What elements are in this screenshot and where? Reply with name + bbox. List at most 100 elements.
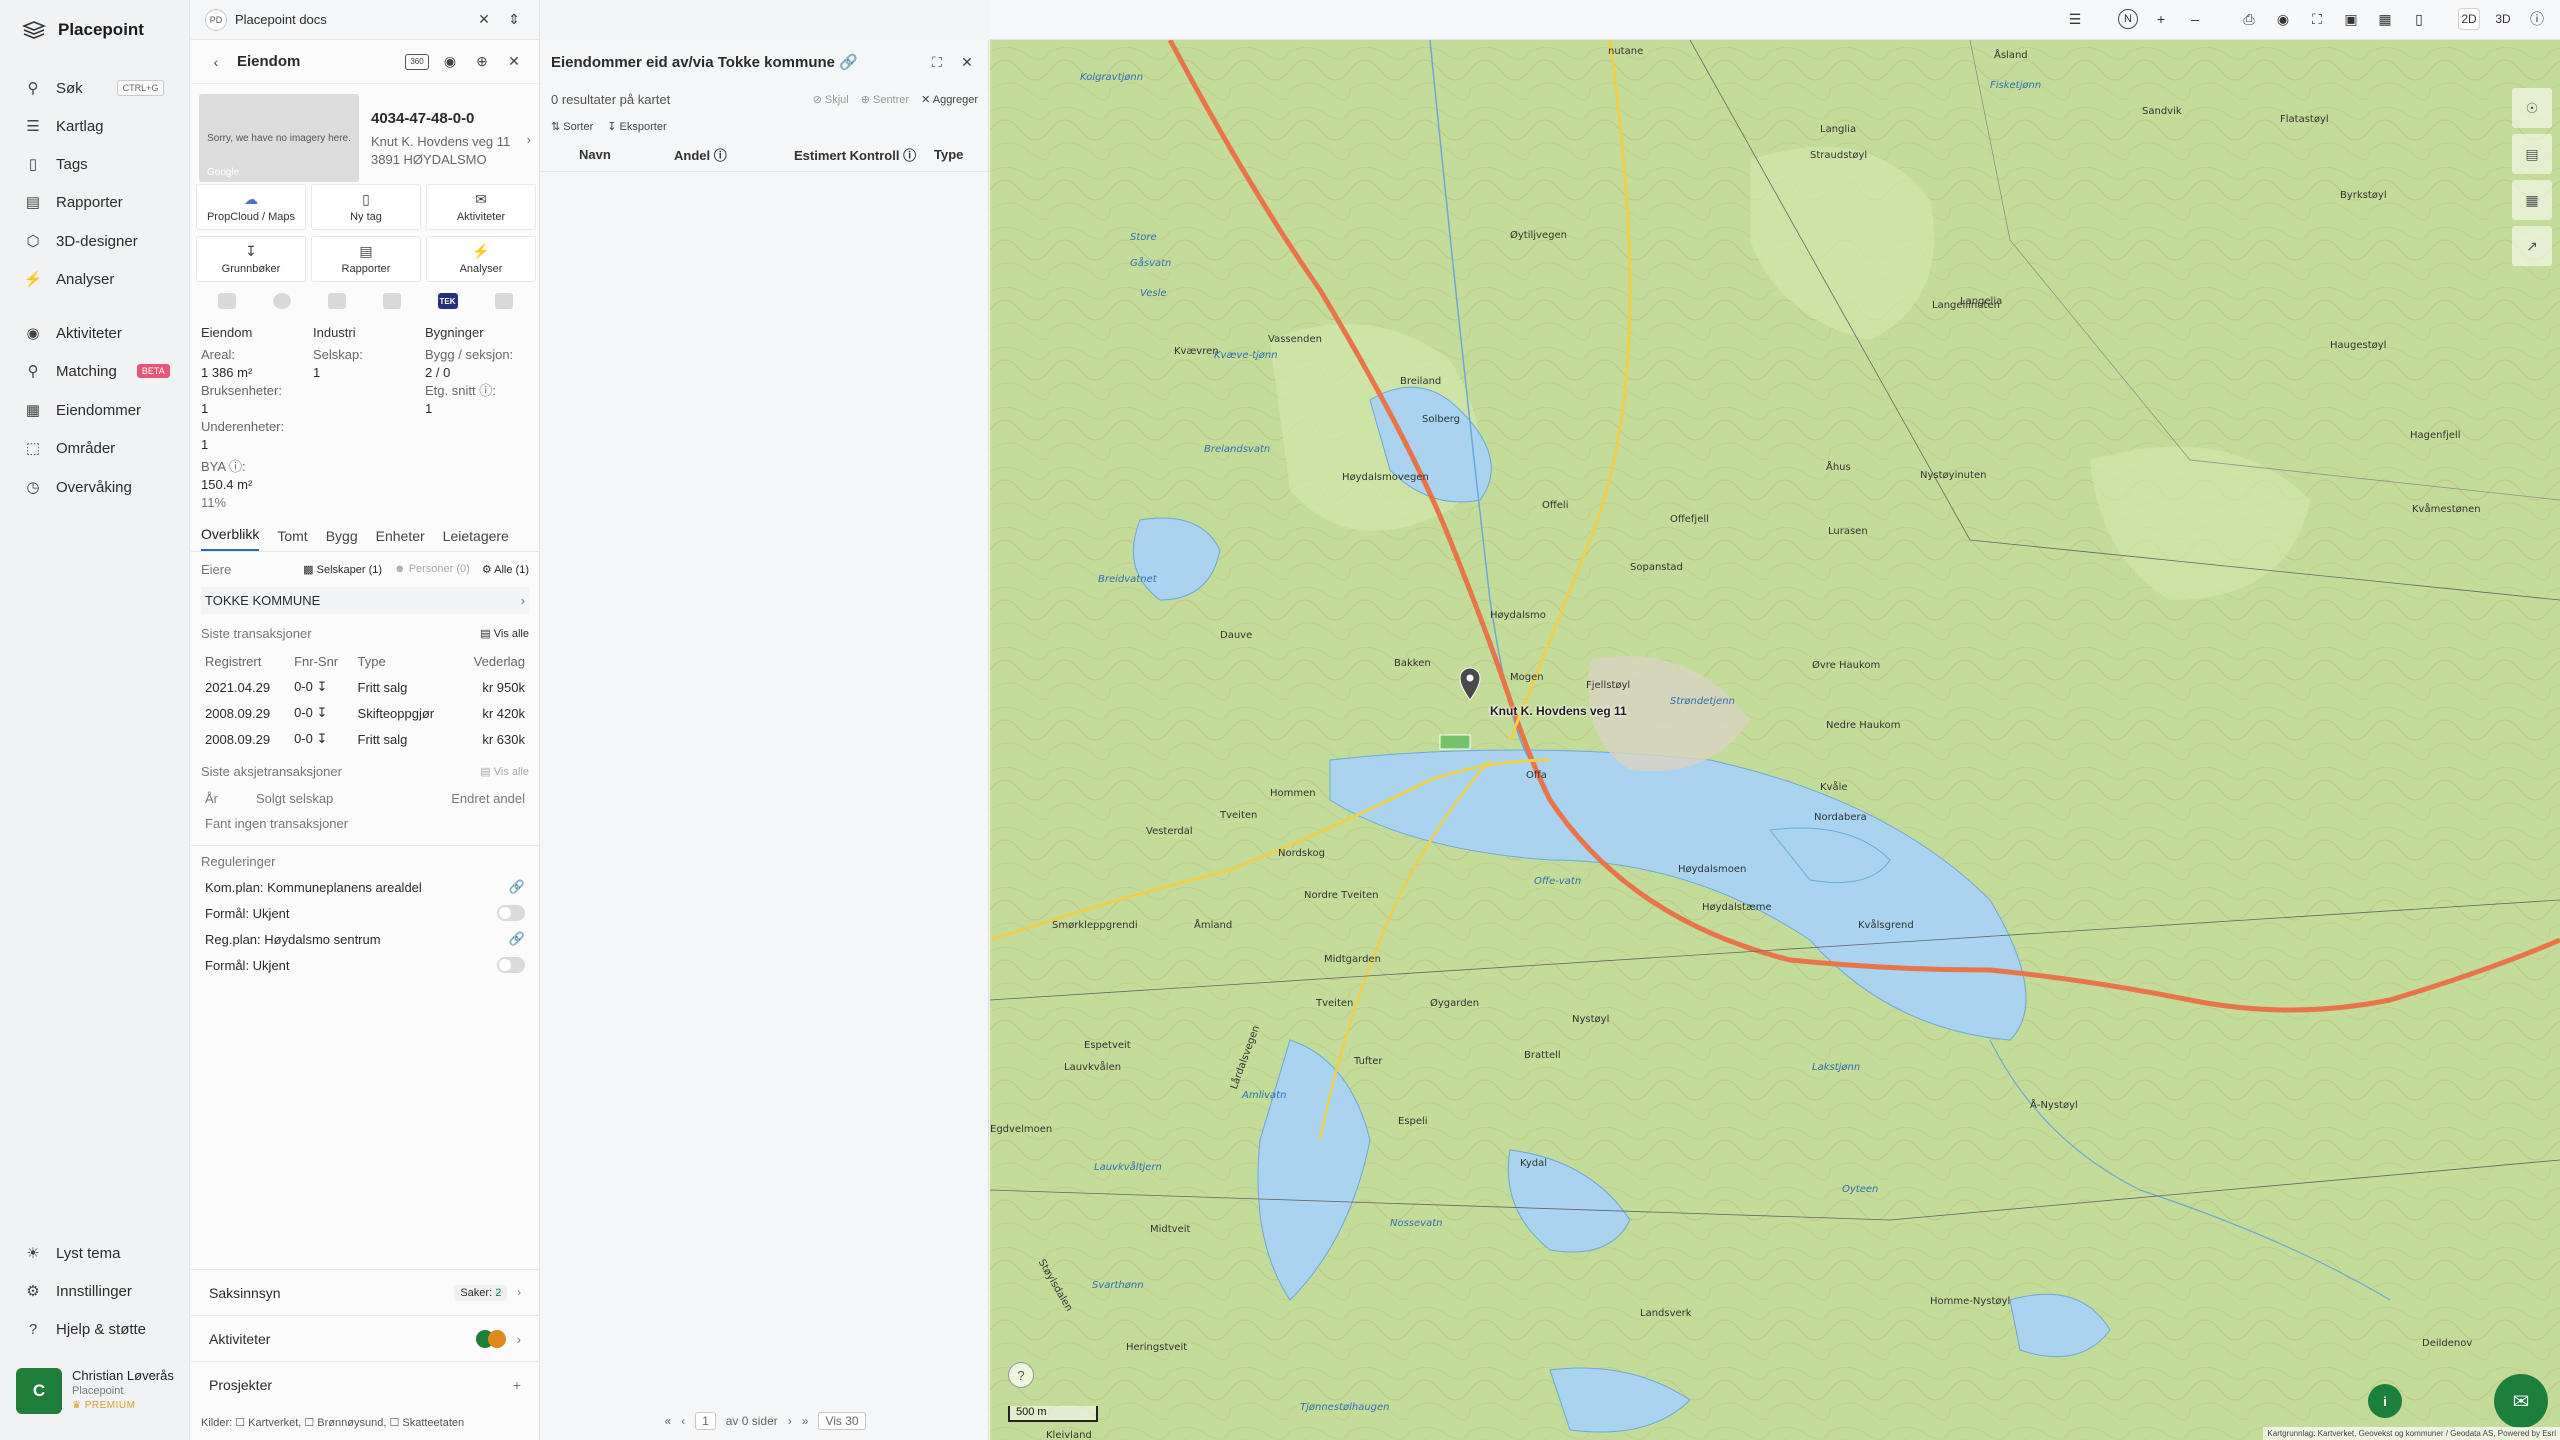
nav-item-hjelp[interactable]: ? Hjelp & støtte: [24, 1317, 146, 1341]
sort-button[interactable]: ⇅ Sorter: [551, 120, 593, 133]
back-icon[interactable]: ‹: [205, 51, 227, 73]
camera-icon[interactable]: ▣: [2340, 8, 2362, 30]
column-header[interactable]: Navn: [579, 147, 674, 162]
tab-enheter[interactable]: Enheter: [376, 528, 425, 551]
help-icon[interactable]: ?: [1008, 1362, 1034, 1388]
link-icon[interactable]: 🔗: [839, 54, 858, 71]
propcloud-button[interactable]: ☁ PropCloud / Maps: [196, 184, 306, 230]
compass-icon[interactable]: N: [2118, 9, 2138, 29]
hide-button[interactable]: ⊘ Skjul: [813, 93, 849, 106]
filter-all[interactable]: ⚙ Alle (1): [482, 563, 529, 576]
tab-bygg[interactable]: Bygg: [326, 528, 358, 551]
nav-item-3d-designer[interactable]: ⬡ 3D-designer: [24, 229, 137, 253]
link-icon[interactable]: 🔗: [509, 879, 525, 895]
analyze-button[interactable]: ⚡ Analyser: [426, 236, 536, 282]
mode-2d-button[interactable]: 2D: [2458, 8, 2480, 30]
column-header[interactable]: Type: [934, 147, 963, 162]
ruler-icon[interactable]: ▤: [2512, 134, 2552, 174]
tab-leietagere[interactable]: Leietagere: [443, 528, 509, 551]
page-size-select[interactable]: Vis 30: [818, 1412, 866, 1430]
layers-stack-icon[interactable]: ☰: [2064, 8, 2086, 30]
aktiviteter-row[interactable]: Aktiviteter ›: [191, 1315, 539, 1361]
download-icon[interactable]: ↧: [317, 705, 328, 720]
close-icon[interactable]: ✕: [473, 9, 495, 31]
download-icon[interactable]: ↧: [317, 731, 328, 746]
zoom-in-icon[interactable]: +: [2150, 8, 2172, 30]
tab-tomt[interactable]: Tomt: [277, 528, 307, 551]
plus-icon[interactable]: +: [513, 1377, 521, 1393]
show-all-transactions[interactable]: ▤ Vis alle: [480, 627, 529, 640]
marker-label[interactable]: Knut K. Hovdens veg 11: [1490, 704, 1627, 718]
eye-icon[interactable]: ◉: [439, 51, 461, 73]
zoom-out-icon[interactable]: –: [2184, 8, 2206, 30]
page-input[interactable]: 1: [695, 1412, 716, 1430]
close-icon[interactable]: ✕: [956, 51, 978, 73]
bar-chart-icon[interactable]: [382, 293, 401, 309]
table-row[interactable]: 2008.09.29 0-0 ↧ Fritt salg kr 630k: [201, 726, 529, 752]
layer-toggle[interactable]: [497, 957, 525, 973]
close-icon[interactable]: ✕: [503, 51, 525, 73]
eye-icon[interactable]: ◉: [2272, 8, 2294, 30]
grid-icon[interactable]: ▦: [2374, 8, 2396, 30]
saksinnsyn-row[interactable]: Saksinnsyn Saker: 2 ›: [191, 1269, 539, 1315]
download-icon[interactable]: ↧: [317, 679, 328, 694]
user-profile[interactable]: C Christian Løverås Placepoint ♛ PREMIUM: [16, 1368, 174, 1414]
mode-3d-button[interactable]: 3D: [2492, 8, 2514, 30]
print-icon[interactable]: ⎙: [2238, 8, 2260, 30]
measure-icon[interactable]: ↗: [2512, 226, 2552, 266]
activities-button[interactable]: ✉ Aktiviteter: [426, 184, 536, 230]
property-summary[interactable]: Sorry, we have no imagery here. Google 4…: [191, 84, 539, 184]
brand[interactable]: Placepoint: [22, 20, 144, 40]
table-row[interactable]: 2008.09.29 0-0 ↧ Skifteoppgjør kr 420k: [201, 700, 529, 726]
nav-item-omrader[interactable]: ⬚ Områder: [24, 436, 115, 460]
new-tag-button[interactable]: ▯ Ny tag: [311, 184, 421, 230]
building-data-icon[interactable]: [217, 293, 236, 309]
chevron-right-icon[interactable]: ›: [527, 132, 531, 147]
tab-overblikk[interactable]: Overblikk: [201, 526, 260, 551]
street-view-thumbnail[interactable]: Sorry, we have no imagery here. Google: [199, 94, 359, 182]
show-all-share-transactions[interactable]: ▤ Vis alle: [480, 765, 529, 778]
column-header[interactable]: Andel ⓘ: [674, 145, 794, 164]
expand-icon[interactable]: ⇕: [503, 9, 525, 31]
filter-companies[interactable]: ▩ Selskaper (1): [303, 563, 382, 576]
tek-icon[interactable]: TEK: [437, 293, 458, 309]
export-button[interactable]: ↧ Eksporter: [607, 120, 666, 133]
topographic-map[interactable]: [990, 40, 2560, 1440]
layer-toggle[interactable]: [497, 905, 525, 921]
view-360-button[interactable]: 360: [405, 53, 429, 70]
industry-icon[interactable]: [327, 293, 346, 309]
prev-page-icon[interactable]: ‹: [681, 1414, 685, 1428]
nav-item-tags[interactable]: ▯ Tags: [24, 152, 88, 176]
last-page-icon[interactable]: »: [802, 1414, 809, 1428]
bookmark-icon[interactable]: ▯: [2408, 8, 2430, 30]
nav-item-overvaking[interactable]: ◷ Overvåking: [24, 475, 131, 499]
nav-item-aktiviteter[interactable]: ◉ Aktiviteter: [24, 321, 121, 345]
chat-icon[interactable]: ✉: [2494, 1374, 2548, 1428]
owner-row[interactable]: TOKKE KOMMUNE ›: [201, 587, 529, 614]
nav-item-sok[interactable]: ⚲ Søk CTRL+G: [24, 76, 165, 100]
nav-item-innstillinger[interactable]: ⚙ Innstillinger: [24, 1279, 132, 1303]
first-page-icon[interactable]: «: [664, 1414, 671, 1428]
table-row[interactable]: 2021.04.29 0-0 ↧ Fritt salg kr 950k: [201, 674, 529, 700]
map-canvas[interactable]: nutane Åsland Kolgravtjønn Langlia Fiske…: [990, 40, 2560, 1440]
prosjekter-row[interactable]: Prosjekter +: [191, 1361, 539, 1407]
next-page-icon[interactable]: ›: [788, 1414, 792, 1428]
center-button[interactable]: ⊕ Sentrer: [861, 93, 909, 106]
nav-item-matching[interactable]: ⚲ Matching BETA: [24, 359, 170, 383]
nav-item-eiendommer[interactable]: ▦ Eiendommer: [24, 398, 141, 422]
energy-icon[interactable]: [272, 293, 291, 309]
info-icon[interactable]: ⓘ: [2526, 8, 2548, 30]
info-button[interactable]: i: [2368, 1384, 2402, 1418]
doc-tab[interactable]: PD Placepoint docs ✕ ⇕: [191, 0, 539, 40]
house-icon[interactable]: [494, 293, 513, 309]
aggregate-button[interactable]: ✕ Aggreger: [921, 93, 978, 106]
chart-icon[interactable]: ▦: [2512, 180, 2552, 220]
nav-item-kartlag[interactable]: ☰ Kartlag: [24, 114, 103, 138]
reports-button[interactable]: ▤ Rapporter: [311, 236, 421, 282]
fullscreen-icon[interactable]: ⛶: [2306, 8, 2328, 30]
grunnboker-button[interactable]: ↧ Grunnbøker: [196, 236, 306, 282]
column-header[interactable]: Estimert Kontroll ⓘ: [794, 145, 934, 164]
filter-persons[interactable]: ☻ Personer (0): [394, 563, 470, 576]
nav-item-rapporter[interactable]: ▤ Rapporter: [24, 190, 123, 214]
nav-item-lyst-tema[interactable]: ☀ Lyst tema: [24, 1241, 120, 1265]
